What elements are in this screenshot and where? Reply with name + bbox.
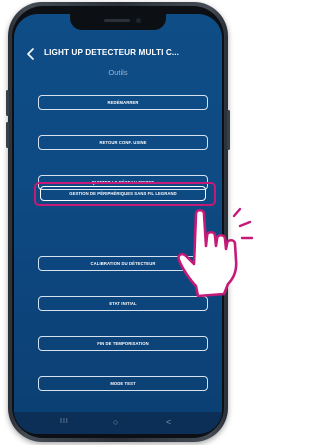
nav-back-button[interactable]: < xyxy=(166,417,171,427)
system-nav-bar: III ○ < xyxy=(14,412,222,434)
volume-button xyxy=(6,90,9,116)
selection-highlight-frame xyxy=(34,182,216,206)
end-of-delay-button[interactable]: FIN DE TEMPORISATION xyxy=(38,336,208,351)
restart-button[interactable]: REDÉMARRER xyxy=(38,95,208,110)
recent-apps-button[interactable]: III xyxy=(60,418,69,425)
speaker-grille xyxy=(104,19,130,22)
chevron-left-icon[interactable] xyxy=(24,47,38,61)
app-header: LIGHT UP DETECTEUR MULTI C... xyxy=(14,44,222,66)
home-button[interactable]: ○ xyxy=(113,417,118,427)
section-title: Outils xyxy=(108,68,128,77)
hand-pointer-icon xyxy=(177,207,254,298)
phone-mockup-stage: LIGHT UP DETECTEUR MULTI C... Outils RED… xyxy=(0,0,261,445)
factory-reset-button[interactable]: RETOUR CONF. USINE xyxy=(38,135,208,150)
front-camera xyxy=(136,18,141,23)
page-title: LIGHT UP DETECTEUR MULTI C... xyxy=(44,48,179,57)
phone-notch xyxy=(70,14,166,30)
test-mode-button[interactable]: MODE TEST xyxy=(38,376,208,391)
volume-button xyxy=(6,122,9,148)
initial-state-button[interactable]: ETAT INITIAL xyxy=(38,296,208,311)
power-button xyxy=(227,110,230,150)
